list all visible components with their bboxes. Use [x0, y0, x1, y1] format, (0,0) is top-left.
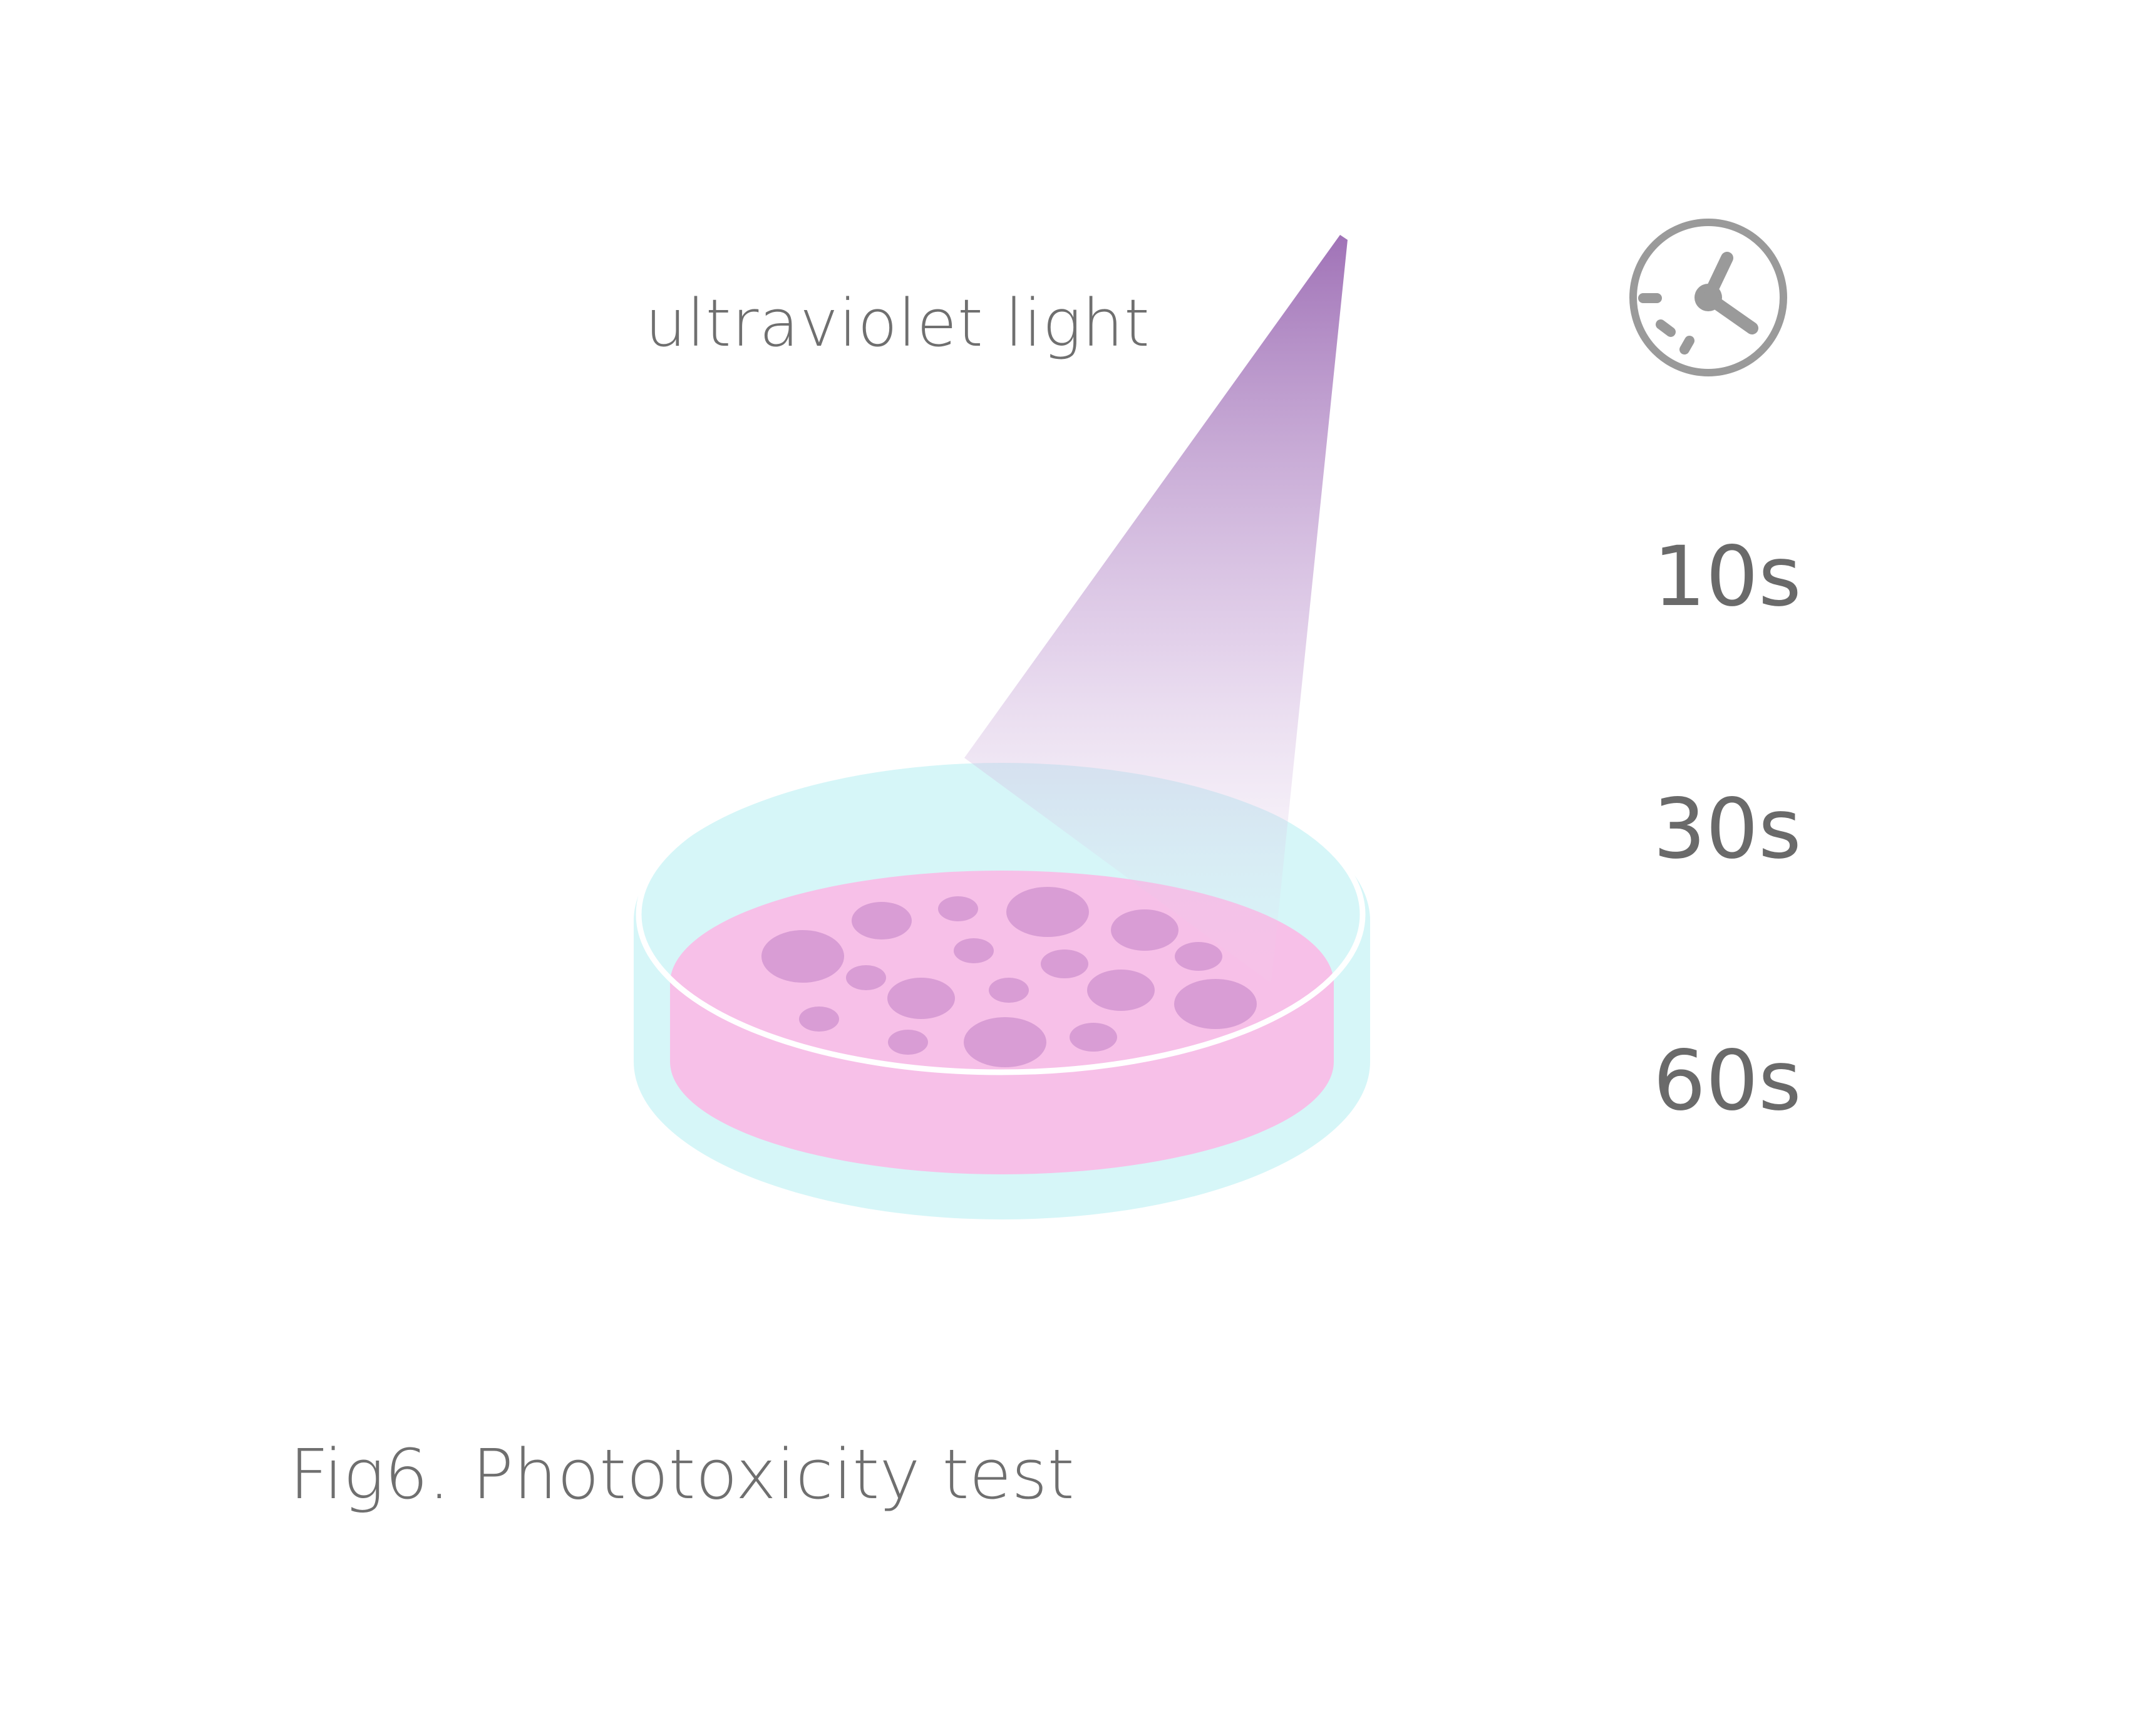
colony — [938, 896, 978, 921]
colony — [852, 902, 912, 939]
colony — [761, 930, 844, 983]
colony — [1041, 949, 1088, 978]
colony — [1006, 887, 1089, 937]
colony — [954, 938, 994, 963]
colony — [1175, 942, 1222, 971]
exposure-time-60s: 60s — [1653, 1033, 1802, 1129]
ultraviolet-light-label: ultraviolet light — [645, 285, 1150, 361]
colony — [1111, 909, 1179, 951]
figure-canvas: ultraviolet light 10s 30s 60s Fig6. Phot… — [0, 0, 2156, 1723]
colony — [1087, 970, 1155, 1011]
colony — [989, 978, 1029, 1003]
colony — [1174, 979, 1257, 1029]
colony — [964, 1017, 1046, 1067]
stopwatch-clock-icon — [1629, 219, 1787, 376]
colony — [1070, 1023, 1117, 1052]
colony — [888, 1030, 928, 1055]
colony — [887, 978, 955, 1019]
colony — [799, 1006, 839, 1032]
colony — [846, 965, 886, 990]
exposure-time-10s: 10s — [1653, 529, 1802, 625]
exposure-time-30s: 30s — [1653, 781, 1802, 877]
figure-caption: Fig6. Phototoxicity test — [289, 1434, 1075, 1514]
